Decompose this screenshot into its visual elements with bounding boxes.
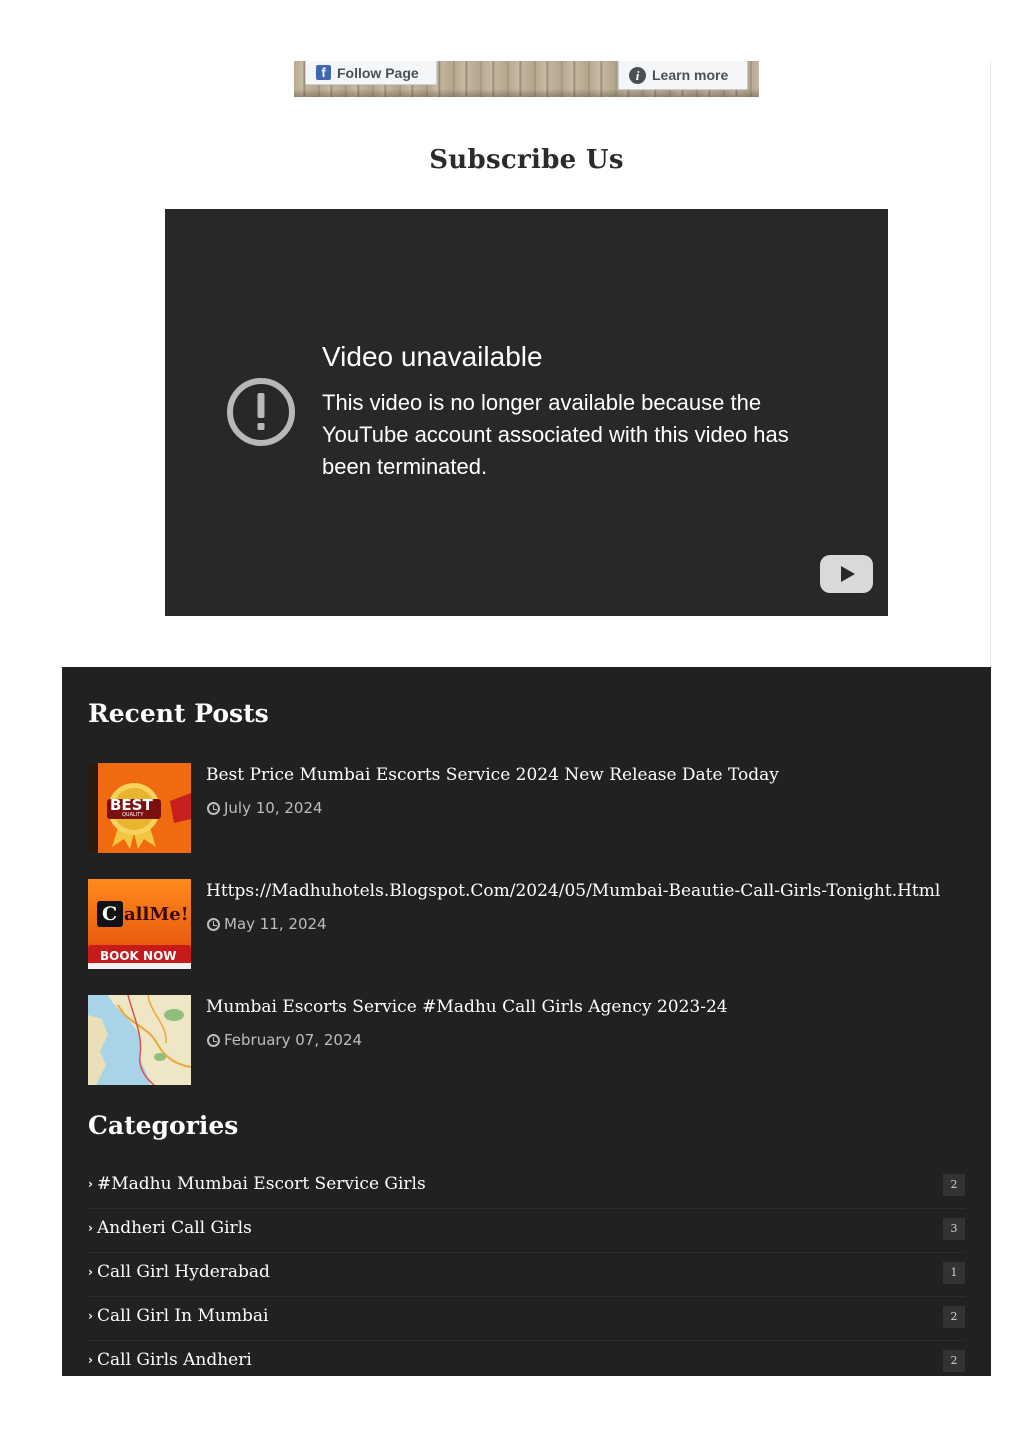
- category-label[interactable]: Call Girls Andheri: [97, 1350, 252, 1370]
- category-count: 2: [943, 1174, 965, 1196]
- category-count: 2: [943, 1350, 965, 1372]
- chevron-right-icon: ›: [88, 1221, 93, 1235]
- category-label[interactable]: #Madhu Mumbai Escort Service Girls: [97, 1174, 426, 1194]
- facebook-icon: f: [316, 65, 331, 80]
- post-date-text: May 11, 2024: [224, 915, 327, 933]
- clock-icon: [207, 1033, 220, 1047]
- learn-more-label: Learn more: [652, 67, 729, 83]
- subscribe-heading: Subscribe Us: [429, 145, 624, 175]
- learn-more-button[interactable]: i Learn more: [618, 61, 748, 90]
- alert-icon: [227, 378, 295, 446]
- category-item[interactable]: › Call Girl In Mumbai 2: [88, 1297, 965, 1341]
- follow-page-label: Follow Page: [337, 64, 419, 81]
- post-date-text: February 07, 2024: [224, 1031, 363, 1049]
- chevron-right-icon: ›: [88, 1177, 93, 1191]
- category-item[interactable]: › Call Girls Andheri 2: [88, 1341, 965, 1385]
- post-title-link[interactable]: Mumbai Escorts Service #Madhu Call Girls…: [206, 997, 728, 1017]
- thumb-c-letter: C: [102, 903, 118, 925]
- youtube-logo-icon[interactable]: [820, 555, 873, 593]
- post-date-text: July 10, 2024: [224, 799, 323, 817]
- map-image: [88, 995, 191, 1085]
- categories-heading: Categories: [88, 1111, 239, 1140]
- clock-icon: [207, 917, 220, 931]
- facebook-page-plugin: f Follow Page i Learn more: [294, 61, 759, 97]
- recent-posts-heading: Recent Posts: [88, 699, 269, 728]
- recent-post-item[interactable]: Mumbai Escorts Service #Madhu Call Girls…: [88, 995, 968, 1085]
- category-count: 3: [943, 1218, 965, 1240]
- category-item[interactable]: › #Madhu Mumbai Escort Service Girls 2: [88, 1165, 965, 1209]
- category-label[interactable]: Call Girl Hyderabad: [97, 1262, 270, 1282]
- post-date: May 11, 2024: [207, 915, 327, 933]
- post-thumbnail[interactable]: [88, 995, 191, 1085]
- chevron-right-icon: ›: [88, 1353, 93, 1367]
- video-unavailable-message: This video is no longer available becaus…: [322, 390, 789, 479]
- chevron-right-icon: ›: [88, 1265, 93, 1279]
- category-label[interactable]: Andheri Call Girls: [97, 1218, 252, 1238]
- info-icon: i: [629, 66, 646, 84]
- follow-page-button[interactable]: f Follow Page: [305, 61, 437, 85]
- category-count: 1: [943, 1262, 965, 1284]
- clock-icon: [207, 801, 220, 815]
- post-date: February 07, 2024: [207, 1031, 362, 1049]
- sidebar-widgets: Recent Posts BEST QUALITY Best Price Mum…: [62, 667, 991, 1376]
- category-item[interactable]: › Call Girl Hyderabad 1: [88, 1253, 965, 1297]
- recent-post-item[interactable]: BEST QUALITY Best Price Mumbai Escorts S…: [88, 763, 968, 853]
- video-unavailable-title: Video unavailable: [322, 341, 543, 372]
- category-count: 2: [943, 1306, 965, 1328]
- youtube-embed[interactable]: Video unavailable This video is no longe…: [165, 209, 888, 616]
- post-thumbnail[interactable]: BEST QUALITY: [88, 763, 191, 853]
- recent-post-item[interactable]: C allMe! BOOK NOW Https://Madhuhotels.Bl…: [88, 879, 968, 969]
- post-title-link[interactable]: Https://Madhuhotels.Blogspot.Com/2024/05…: [206, 881, 940, 901]
- chevron-right-icon: ›: [88, 1309, 93, 1323]
- post-date: July 10, 2024: [207, 799, 323, 817]
- category-label[interactable]: Call Girl In Mumbai: [97, 1306, 268, 1326]
- thumb-book-now-text: BOOK NOW: [100, 949, 177, 963]
- thumb-call-text: allMe!: [124, 904, 189, 925]
- post-title-link[interactable]: Best Price Mumbai Escorts Service 2024 N…: [206, 765, 779, 785]
- thumb-badge-subtext: QUALITY: [122, 812, 144, 818]
- post-thumbnail[interactable]: C allMe! BOOK NOW: [88, 879, 191, 969]
- category-item[interactable]: › Andheri Call Girls 3: [88, 1209, 965, 1253]
